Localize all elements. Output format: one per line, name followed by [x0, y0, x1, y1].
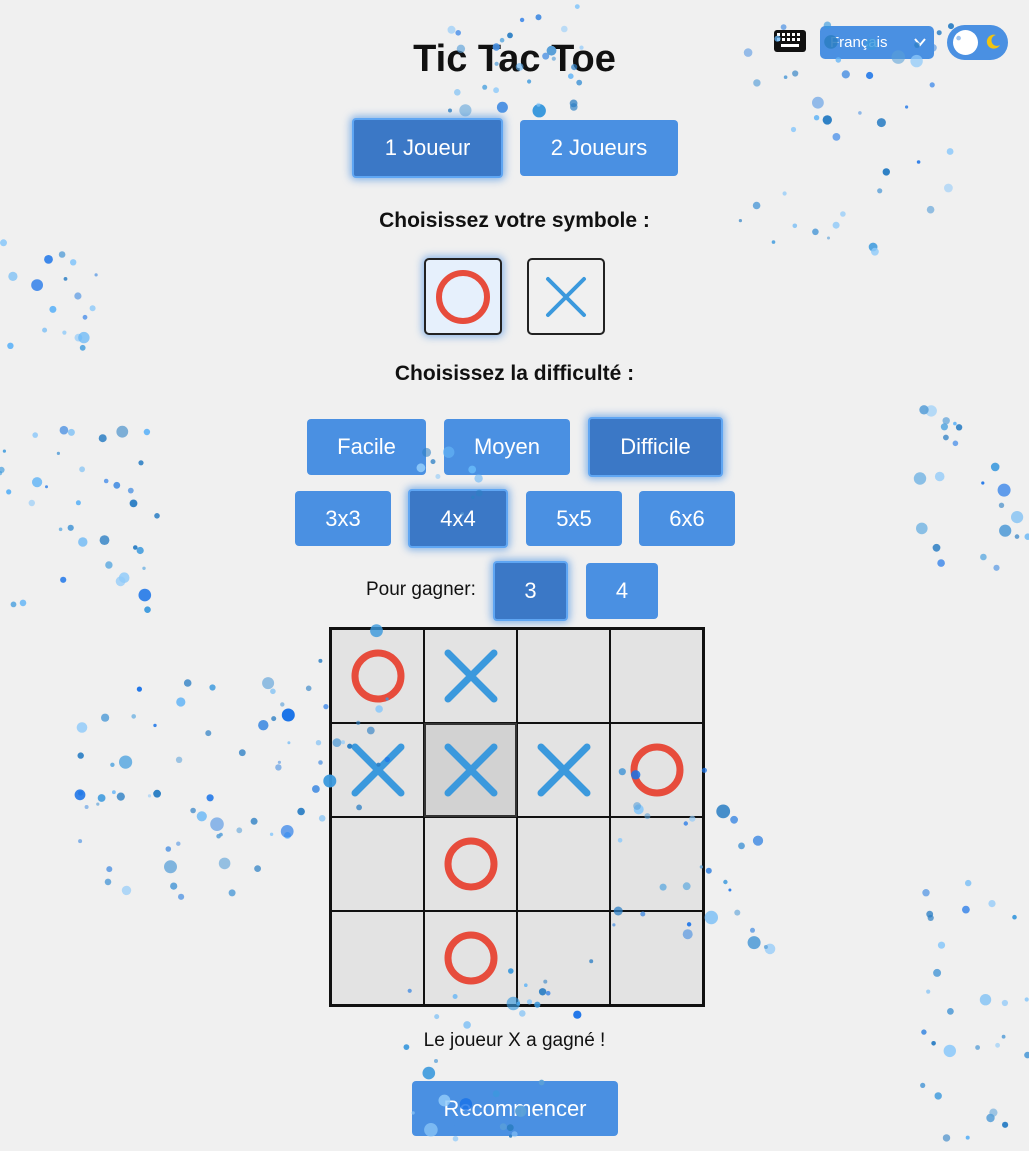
difficulty-label: Choisissez la difficulté : — [394, 362, 635, 385]
x-mark-icon — [351, 743, 404, 797]
x-mark-icon — [444, 743, 497, 797]
difficulty-hard-button[interactable]: Difficile — [588, 417, 723, 477]
board-cell[interactable] — [610, 629, 703, 723]
win-3-button[interactable]: 3 — [493, 561, 568, 621]
board-cell[interactable] — [424, 629, 517, 723]
symbol-label: Choisissez votre symbole : — [379, 209, 650, 232]
x-symbol-icon — [546, 276, 586, 317]
o-mark-icon — [630, 743, 683, 797]
board-cell[interactable] — [517, 911, 610, 1005]
page-title: Tic Tac Toe — [413, 38, 616, 80]
board-cell[interactable] — [331, 629, 424, 723]
x-mark-icon — [444, 649, 497, 703]
mode-one-player-button[interactable]: 1 Joueur — [352, 118, 503, 178]
board-cell[interactable] — [331, 817, 424, 911]
board-cell[interactable] — [424, 723, 517, 817]
app: Français Tic Tac Toe 1 Joueur 2 Joueurs … — [0, 0, 1029, 1151]
o-symbol-icon — [436, 269, 490, 324]
x-mark-icon — [537, 743, 590, 797]
difficulty-easy-button[interactable]: Facile — [307, 419, 426, 475]
board-cell[interactable] — [610, 911, 703, 1005]
size-6x6-button[interactable]: 6x6 — [639, 491, 735, 546]
board-cell[interactable] — [424, 911, 517, 1005]
win-4-button[interactable]: 4 — [586, 563, 658, 619]
difficulty-medium-button[interactable]: Moyen — [444, 419, 570, 475]
restart-button[interactable]: Recommencer — [412, 1081, 618, 1136]
o-mark-icon — [444, 837, 497, 891]
game-status: Le joueur X a gagné ! — [423, 1030, 606, 1051]
size-4x4-button[interactable]: 4x4 — [408, 489, 508, 548]
board-cell[interactable] — [517, 817, 610, 911]
board-cell[interactable] — [424, 817, 517, 911]
board-cell[interactable] — [517, 629, 610, 723]
board-cell[interactable] — [610, 723, 703, 817]
board-cell[interactable] — [331, 723, 424, 817]
o-mark-icon — [444, 931, 497, 985]
board-cell[interactable] — [610, 817, 703, 911]
game-board — [329, 627, 705, 1007]
board-cell[interactable] — [517, 723, 610, 817]
symbol-o-button[interactable] — [424, 258, 502, 335]
size-5x5-button[interactable]: 5x5 — [526, 491, 622, 546]
win-condition-label: Pour gagner: — [366, 579, 476, 600]
mode-two-players-button[interactable]: 2 Joueurs — [520, 120, 678, 176]
symbol-x-button[interactable] — [527, 258, 605, 335]
size-3x3-button[interactable]: 3x3 — [295, 491, 391, 546]
board-cell[interactable] — [331, 911, 424, 1005]
o-mark-icon — [351, 649, 404, 703]
